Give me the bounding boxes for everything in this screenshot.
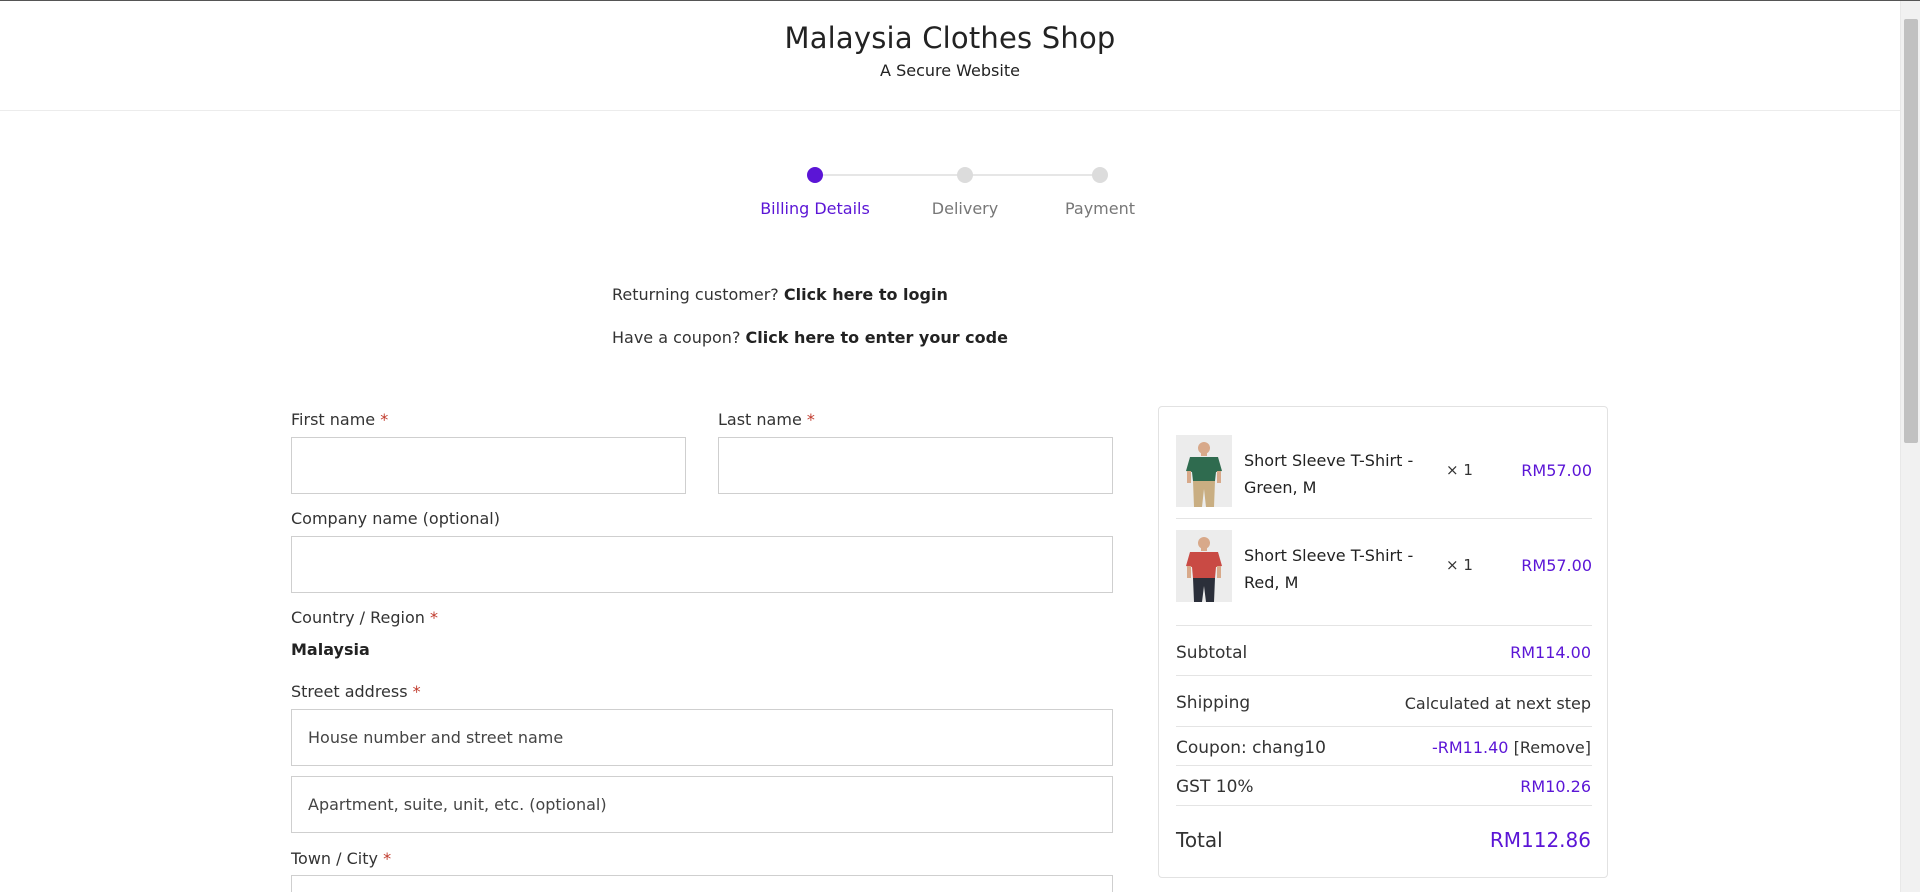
page-scrollbar[interactable] (1900, 1, 1920, 892)
order-summary: Short Sleeve T-Shirt - Green, M × 1 RM57… (1158, 406, 1608, 878)
site-title[interactable]: Malaysia Clothes Shop (0, 21, 1900, 55)
coupon-text: Have a coupon? (612, 328, 741, 347)
town-city-input[interactable] (291, 875, 1113, 892)
product-thumbnail-icon[interactable] (1176, 530, 1232, 602)
shipping-label: Shipping (1176, 693, 1251, 713)
step-line (965, 174, 1100, 176)
subtotal-value: RM114.00 (1510, 643, 1591, 662)
checkout-steps: Billing Details Delivery Payment (760, 161, 1140, 231)
site-header: Malaysia Clothes Shop A Secure Website (0, 1, 1900, 111)
shipping-value: Calculated at next step (1404, 694, 1591, 713)
first-name-label: First name * (291, 410, 389, 429)
company-name-input[interactable] (291, 536, 1113, 593)
last-name-input[interactable] (718, 437, 1113, 494)
divider (1176, 518, 1592, 519)
street-address-label: Street address * (291, 682, 421, 701)
coupon-label: Coupon: chang10 (1176, 738, 1326, 758)
item-price: RM57.00 (1521, 556, 1592, 575)
item-quantity: × 1 (1446, 461, 1473, 479)
town-city-label: Town / City * (291, 849, 392, 868)
scrollbar-thumb[interactable] (1904, 19, 1918, 443)
item-name[interactable]: Short Sleeve T-Shirt - Red, M (1244, 542, 1424, 596)
gst-value: RM10.26 (1520, 777, 1591, 796)
item-price: RM57.00 (1521, 461, 1592, 480)
company-name-label: Company name (optional) (291, 509, 500, 528)
cart-item: Short Sleeve T-Shirt - Green, M × 1 RM57… (1176, 435, 1592, 515)
coupon-notice: Have a coupon? Click here to enter your … (612, 328, 1008, 347)
first-name-input[interactable] (291, 437, 686, 494)
subtotal-label: Subtotal (1176, 643, 1248, 663)
total-label: Total (1176, 828, 1223, 852)
divider (1176, 805, 1592, 806)
gst-label: GST 10% (1176, 777, 1254, 797)
last-name-label: Last name * (718, 410, 815, 429)
item-quantity: × 1 (1446, 556, 1473, 574)
enter-coupon-link[interactable]: Click here to enter your code (746, 328, 1008, 347)
coupon-value-row: -RM11.40 [Remove] (1432, 738, 1591, 757)
remove-coupon-link[interactable]: [Remove] (1514, 738, 1591, 757)
step-delivery[interactable]: Delivery (932, 199, 998, 218)
item-name[interactable]: Short Sleeve T-Shirt - Green, M (1244, 447, 1424, 501)
step-dot-delivery (957, 167, 973, 183)
step-billing-details[interactable]: Billing Details (760, 199, 870, 218)
step-line (815, 174, 965, 176)
apartment-input[interactable] (291, 776, 1113, 833)
country-value: Malaysia (291, 640, 370, 659)
cart-item: Short Sleeve T-Shirt - Red, M × 1 RM57.0… (1176, 530, 1592, 610)
total-value: RM112.86 (1489, 828, 1591, 852)
divider (1176, 675, 1592, 676)
returning-customer-text: Returning customer? (612, 285, 779, 304)
divider (1176, 726, 1592, 727)
divider (1176, 625, 1592, 626)
country-label: Country / Region * (291, 608, 438, 627)
returning-customer-notice: Returning customer? Click here to login (612, 285, 948, 304)
step-dot-billing (807, 167, 823, 183)
site-subtitle: A Secure Website (880, 61, 1020, 80)
street-address-input[interactable] (291, 709, 1113, 766)
login-link[interactable]: Click here to login (784, 285, 948, 304)
step-payment[interactable]: Payment (1065, 199, 1135, 218)
product-thumbnail-icon[interactable] (1176, 435, 1232, 507)
step-dot-payment (1092, 167, 1108, 183)
divider (1176, 765, 1592, 766)
coupon-discount: -RM11.40 (1431, 738, 1509, 757)
